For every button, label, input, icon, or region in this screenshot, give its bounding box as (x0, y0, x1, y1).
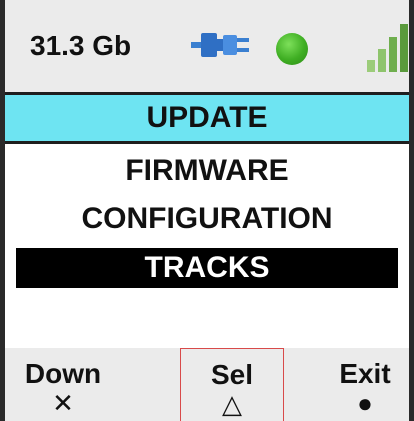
plug-icon (191, 33, 249, 57)
exit-softkey[interactable]: Exit ● (325, 348, 405, 421)
menu-item-firmware[interactable]: FIRMWARE (16, 151, 398, 191)
status-dot-icon (276, 33, 308, 65)
storage-indicator: 31.3 Gb (30, 30, 132, 61)
select-softkey[interactable]: Sel △ (180, 348, 284, 421)
signal-icon (367, 24, 408, 72)
device-screen: 31.3 Gb UPDATE FIRMWARE CONFIGURATION TR… (0, 0, 414, 421)
triangle-icon: △ (222, 389, 242, 419)
status-bar: 31.3 Gb (5, 0, 409, 92)
down-softkey-label: Down (24, 358, 102, 389)
select-softkey-label: Sel (210, 359, 254, 390)
screen-bezel-right (409, 0, 414, 421)
cross-icon: ✕ (52, 388, 74, 418)
exit-softkey-label: Exit (339, 358, 391, 389)
softkey-bar: Down ✕ Sel △ Exit ● (5, 348, 409, 421)
down-softkey[interactable]: Down ✕ (23, 348, 103, 421)
circle-icon: ● (357, 388, 373, 418)
menu-title: UPDATE (5, 92, 409, 144)
menu-item-configuration[interactable]: CONFIGURATION (16, 199, 398, 239)
menu-item-tracks[interactable]: TRACKS (16, 248, 398, 288)
